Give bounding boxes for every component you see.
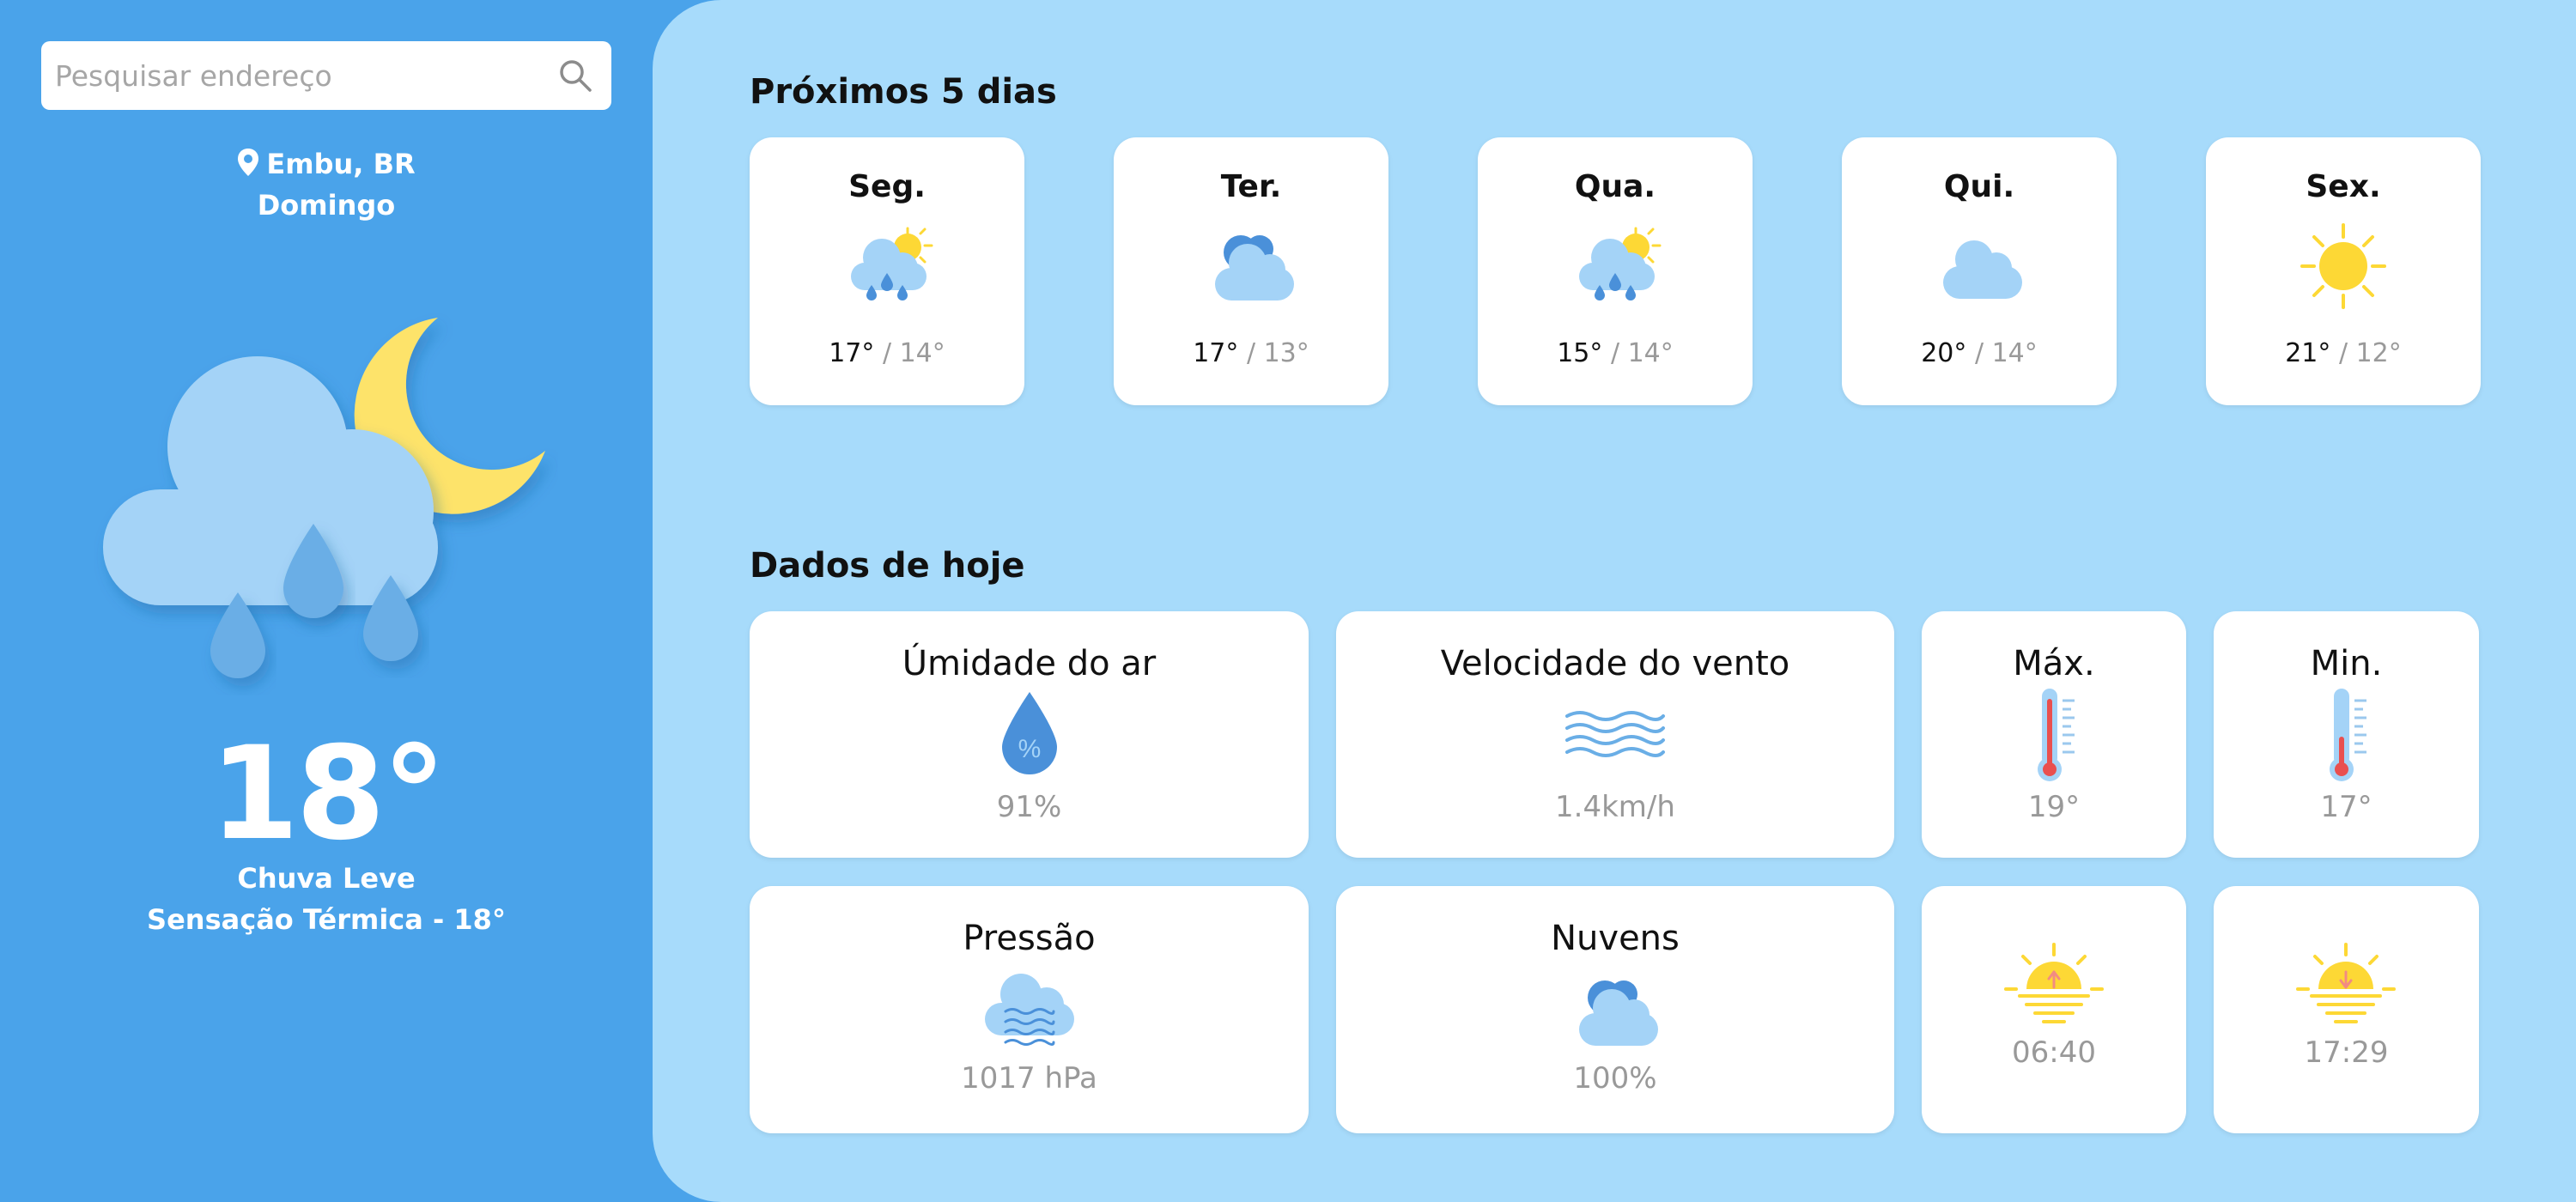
temp-separator: / <box>1610 338 1620 368</box>
cloud-icon <box>1943 240 2022 299</box>
forecast-day: Qui. <box>1943 169 2015 204</box>
clouds-icon <box>1215 235 1294 300</box>
location-city: Embu, BR <box>266 148 416 180</box>
location-pin-icon <box>238 149 259 176</box>
forecast-day: Sex. <box>2306 169 2381 204</box>
sunrise-card: 06:40 <box>1922 886 2186 1133</box>
sun-cloud-rain-icon <box>1579 227 1662 300</box>
temp-separator: / <box>2338 338 2348 368</box>
forecast-temps: 21° / 12° <box>2206 337 2481 371</box>
forecast-max: 15° <box>1557 338 1603 368</box>
wind-value: 1.4km/h <box>1555 790 1675 824</box>
temp-separator: / <box>1246 338 1256 368</box>
thermometer-high-icon <box>2038 689 2075 781</box>
forecast-title: Próximos 5 dias <box>750 72 1057 112</box>
humidity-card: Úmidade do ar % 91% <box>750 611 1309 858</box>
forecast-card[interactable]: Qui. 20° / 14° <box>1842 137 2117 405</box>
sidebar: Embu, BR Domingo 18° Chuva Leve Sensação… <box>0 0 653 1202</box>
forecast-min: 14° <box>899 338 945 368</box>
wind-card: Velocidade do vento 1.4km/h <box>1336 611 1894 858</box>
forecast-temps: 15° / 14° <box>1478 337 1753 371</box>
forecast-max: 20° <box>1921 338 1967 368</box>
forecast-min: 12° <box>2355 338 2402 368</box>
sun-cloud-rain-icon <box>851 227 933 300</box>
current-day: Domingo <box>257 189 396 222</box>
max-value: 19° <box>2027 790 2081 824</box>
temp-separator: / <box>1974 338 1984 368</box>
search-input[interactable] <box>41 41 548 110</box>
forecast-max: 17° <box>1193 338 1239 368</box>
forecast-min: 13° <box>1263 338 1309 368</box>
thermometer-low-icon <box>2330 689 2366 781</box>
forecast-max: 17° <box>829 338 875 368</box>
forecast-max: 21° <box>2285 338 2331 368</box>
wind-label: Velocidade do vento <box>1440 644 1790 683</box>
forecast-card[interactable]: Seg. 17° / 14° <box>750 137 1024 405</box>
min-value: 17° <box>2320 790 2372 824</box>
forecast-card[interactable]: Ter. 17° / 13° <box>1114 137 1388 405</box>
humidity-drop-icon: % <box>1002 692 1057 774</box>
sunrise-value: 06:40 <box>2012 1035 2096 1070</box>
forecast-day: Seg. <box>848 169 926 204</box>
sun-icon <box>2300 223 2386 309</box>
wind-icon <box>1565 711 1665 757</box>
min-temp-card: Min. 17° <box>2214 611 2479 858</box>
sunset-icon <box>2296 943 2396 1023</box>
humidity-value: 91% <box>996 790 1062 824</box>
pressure-cloud-icon <box>985 974 1074 1046</box>
current-temperature: 18° <box>210 719 447 869</box>
forecast-day: Ter. <box>1220 169 1282 204</box>
sunrise-icon <box>2004 943 2104 1023</box>
sunset-value: 17:29 <box>2304 1035 2389 1070</box>
location: Embu, BR <box>0 146 653 182</box>
pressure-card: Pressão 1017 hPa <box>750 886 1309 1133</box>
forecast-temps: 20° / 14° <box>1842 337 2117 371</box>
forecast-card[interactable]: Sex. 21° / 12° <box>2206 137 2481 405</box>
clouds-label: Nuvens <box>1551 919 1680 958</box>
sunset-card: 17:29 <box>2214 886 2479 1133</box>
max-temp-card: Máx. 19° <box>1922 611 2186 858</box>
forecast-temps: 17° / 13° <box>1114 337 1388 371</box>
search-icon[interactable] <box>556 57 594 94</box>
main-panel: Próximos 5 dias Seg. 17° / 14° Ter. 17° … <box>653 0 2576 1202</box>
forecast-day: Qua. <box>1574 169 1656 204</box>
clouds-card: Nuvens 100% <box>1336 886 1894 1133</box>
feels-like: Sensação Térmica - 18° <box>147 903 506 936</box>
night-cloud-rain-icon <box>103 318 545 678</box>
forecast-temps: 17° / 14° <box>750 337 1024 371</box>
pressure-label: Pressão <box>963 919 1096 958</box>
today-title: Dados de hoje <box>750 546 1025 586</box>
search-box[interactable] <box>41 41 611 110</box>
forecast-min: 14° <box>1991 338 2038 368</box>
temp-separator: / <box>882 338 892 368</box>
clouds-icon <box>1579 980 1658 1046</box>
max-label: Máx. <box>2013 644 2095 683</box>
forecast-min: 14° <box>1627 338 1674 368</box>
min-label: Min. <box>2310 644 2383 683</box>
forecast-card[interactable]: Qua. 15° / 14° <box>1478 137 1753 405</box>
current-condition: Chuva Leve <box>237 862 416 895</box>
clouds-value: 100% <box>1573 1061 1657 1096</box>
pressure-value: 1017 hPa <box>961 1061 1097 1096</box>
svg-text:%: % <box>1018 735 1042 763</box>
humidity-label: Úmidade do ar <box>902 644 1157 683</box>
